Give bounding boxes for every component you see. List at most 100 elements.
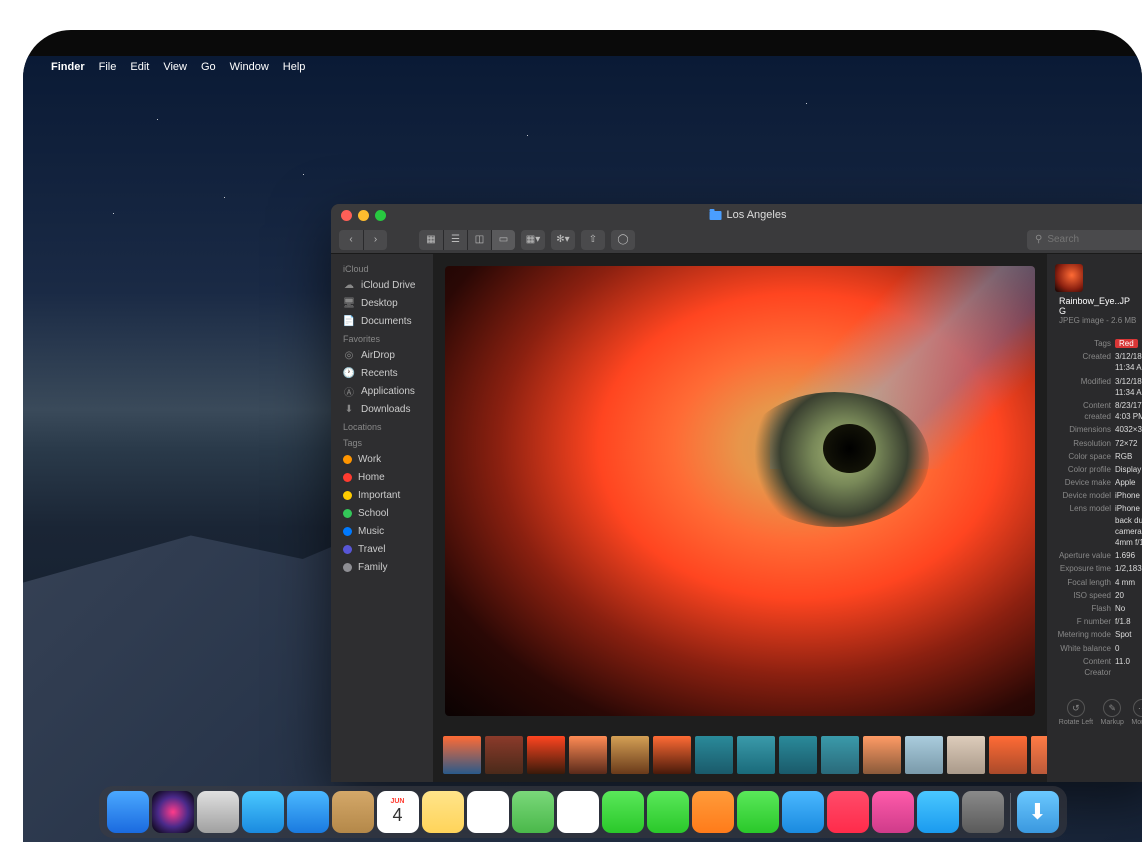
sidebar-item-home[interactable]: Home: [331, 468, 433, 486]
share-button[interactable]: ⇧: [581, 230, 605, 250]
menu-go[interactable]: Go: [201, 61, 216, 73]
titlebar[interactable]: Los Angeles: [331, 204, 1142, 226]
menu-window[interactable]: Window: [230, 61, 269, 73]
metadata-row: Content created8/23/17, 4:03 PM: [1055, 399, 1142, 423]
sidebar-item-label: Recents: [361, 368, 398, 379]
metadata-row: White balance0: [1055, 642, 1142, 655]
forward-button[interactable]: ›: [363, 230, 387, 250]
dock-calendar[interactable]: JUN4: [377, 791, 419, 833]
metadata-value: 4 mm: [1111, 577, 1142, 588]
app-menu[interactable]: Finder: [51, 61, 85, 73]
thumbnail[interactable]: [779, 736, 817, 774]
dock-finder[interactable]: [107, 791, 149, 833]
thumbnail[interactable]: [821, 736, 859, 774]
dock-pages[interactable]: [692, 791, 734, 833]
menu-edit[interactable]: Edit: [130, 61, 149, 73]
back-button[interactable]: ‹: [339, 230, 363, 250]
thumbnail[interactable]: [443, 736, 481, 774]
sidebar-item-recents[interactable]: 🕐Recents: [331, 364, 433, 382]
minimize-button[interactable]: [358, 210, 369, 221]
dock-reminders[interactable]: [467, 791, 509, 833]
menubar: Finder File Edit View Go Window Help: [23, 56, 1142, 78]
sidebar-item-desktop[interactable]: 🖥Desktop: [331, 294, 433, 312]
metadata-value: 20: [1111, 590, 1142, 601]
sidebar-item-important[interactable]: Important: [331, 486, 433, 504]
sidebar-item-school[interactable]: School: [331, 504, 433, 522]
thumbnail[interactable]: [989, 736, 1027, 774]
dock-photos[interactable]: [557, 791, 599, 833]
thumbnail[interactable]: [947, 736, 985, 774]
menu-help[interactable]: Help: [283, 61, 306, 73]
tags-label: Tags: [1055, 338, 1111, 349]
sidebar-item-family[interactable]: Family: [331, 558, 433, 576]
sidebar-item-airdrop[interactable]: ◎AirDrop: [331, 346, 433, 364]
preview-image[interactable]: [445, 266, 1035, 716]
thumbnail[interactable]: [863, 736, 901, 774]
sidebar-item-travel[interactable]: Travel: [331, 540, 433, 558]
dock-contacts[interactable]: [332, 791, 374, 833]
thumbnail[interactable]: [527, 736, 565, 774]
dock-maps[interactable]: [512, 791, 554, 833]
arrange-button[interactable]: ▦▾: [521, 230, 545, 250]
gallery-view-button[interactable]: ▭: [491, 230, 515, 250]
dock-preferences[interactable]: [962, 791, 1004, 833]
action-more---[interactable]: ⋯More...: [1131, 699, 1142, 726]
dock-facetime[interactable]: [647, 791, 689, 833]
search-box[interactable]: ⚲: [1027, 230, 1142, 250]
sidebar-item-music[interactable]: Music: [331, 522, 433, 540]
action-rotate-left[interactable]: ↺Rotate Left: [1059, 699, 1093, 726]
thumbnail[interactable]: [485, 736, 523, 774]
metadata-row: Exposure time1/2,183: [1055, 562, 1142, 575]
sidebar-header: iCloud: [331, 260, 433, 276]
file-subtitle: JPEG image - 2.6 MB: [1059, 316, 1137, 325]
metadata-label: Device model: [1055, 490, 1111, 501]
dock-mail[interactable]: [287, 791, 329, 833]
thumbnail[interactable]: [611, 736, 649, 774]
action-button[interactable]: ✻▾: [551, 230, 575, 250]
metadata-row: Device modeliPhone X: [1055, 489, 1142, 502]
dock-news[interactable]: [827, 791, 869, 833]
tag-dot-icon: [343, 473, 352, 482]
tags-button[interactable]: ◯: [611, 230, 635, 250]
maximize-button[interactable]: [375, 210, 386, 221]
dock-appstore[interactable]: [917, 791, 959, 833]
sidebar-item-downloads[interactable]: ⬇Downloads: [331, 400, 433, 418]
search-input[interactable]: [1047, 234, 1142, 245]
metadata-label: Resolution: [1055, 438, 1111, 449]
tag-dot-icon: [343, 509, 352, 518]
thumbnail[interactable]: [653, 736, 691, 774]
sidebar: iCloud☁iCloud Drive🖥Desktop📄DocumentsFav…: [331, 254, 433, 782]
dock-messages[interactable]: [602, 791, 644, 833]
sidebar-item-icloud-drive[interactable]: ☁iCloud Drive: [331, 276, 433, 294]
metadata-row: Color profileDisplay P3: [1055, 463, 1142, 476]
metadata-row: Metering modeSpot: [1055, 628, 1142, 641]
icon-view-button[interactable]: ▦: [419, 230, 443, 250]
dock-notes[interactable]: [422, 791, 464, 833]
list-view-button[interactable]: ☰: [443, 230, 467, 250]
dock-itunes[interactable]: [872, 791, 914, 833]
thumbnail[interactable]: [905, 736, 943, 774]
dock-launchpad[interactable]: [197, 791, 239, 833]
sidebar-item-work[interactable]: Work: [331, 450, 433, 468]
thumbnail[interactable]: [1031, 736, 1047, 774]
dock-safari[interactable]: [242, 791, 284, 833]
action-markup[interactable]: ✎Markup: [1101, 699, 1124, 726]
tag-dot-icon: [343, 545, 352, 554]
column-view-button[interactable]: ◫: [467, 230, 491, 250]
dock-keynote[interactable]: [782, 791, 824, 833]
sidebar-item-documents[interactable]: 📄Documents: [331, 312, 433, 330]
menu-view[interactable]: View: [163, 61, 187, 73]
sidebar-item-applications[interactable]: ⒶApplications: [331, 382, 433, 400]
thumbnail[interactable]: [737, 736, 775, 774]
thumbnail[interactable]: [695, 736, 733, 774]
menu-file[interactable]: File: [99, 61, 117, 73]
sidebar-item-label: Work: [358, 454, 381, 465]
tag-dot-icon: [343, 491, 352, 500]
thumbnail[interactable]: [569, 736, 607, 774]
dock-numbers[interactable]: [737, 791, 779, 833]
folder-icon: [710, 211, 722, 220]
dock-siri[interactable]: [152, 791, 194, 833]
tag-badge[interactable]: Red: [1115, 339, 1138, 348]
dock-downloads[interactable]: ⬇: [1017, 791, 1059, 833]
close-button[interactable]: [341, 210, 352, 221]
